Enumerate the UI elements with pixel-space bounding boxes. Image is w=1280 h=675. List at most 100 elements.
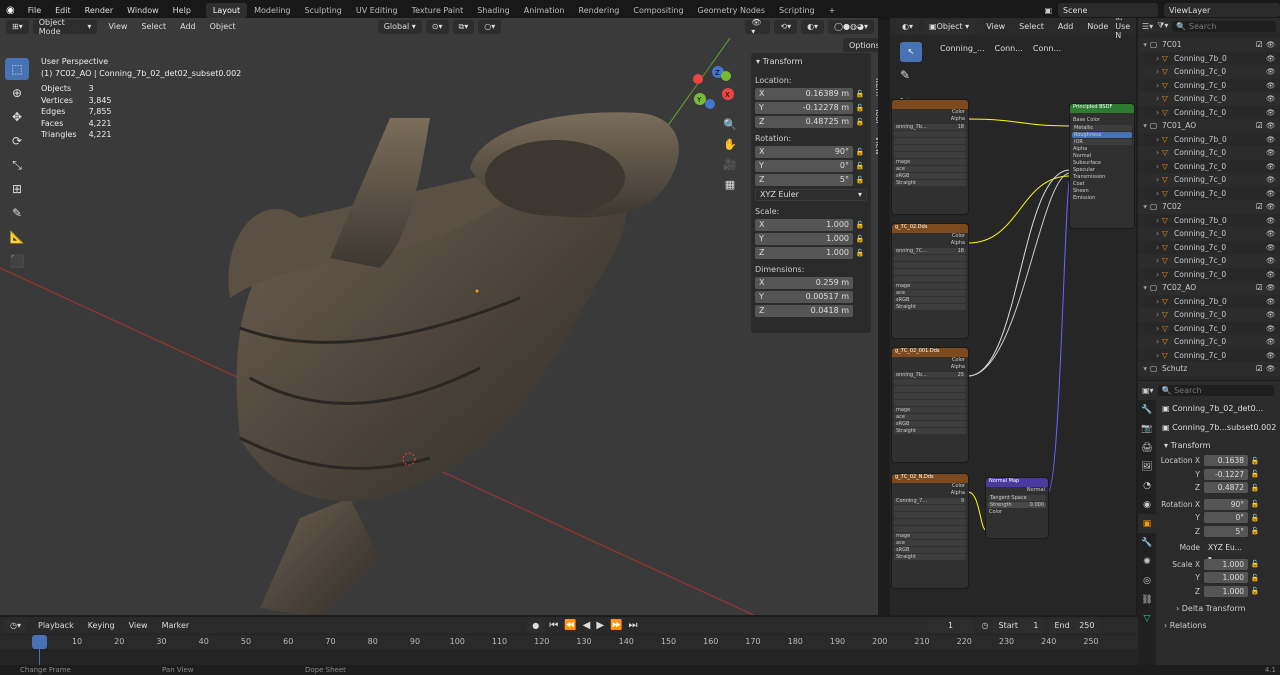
visibility-eye-icon[interactable]: 👁 <box>1266 54 1276 63</box>
exclude-checkbox[interactable]: ☑ <box>1256 283 1266 292</box>
visibility-eye-icon[interactable]: 👁 <box>1266 283 1276 292</box>
auto-key-icon[interactable]: ● <box>526 618 546 633</box>
scale-z-field[interactable]: Z 1.000 <box>755 246 853 259</box>
texture-setting-field[interactable]: mage <box>894 407 966 413</box>
exclude-checkbox[interactable]: ☑ <box>1256 364 1266 373</box>
lock-icon[interactable]: 🔓 <box>853 176 867 184</box>
object-row[interactable]: › ▽ Conning_7c_0 👁 <box>1138 241 1280 255</box>
lock-icon[interactable]: 🔓 <box>853 162 867 170</box>
menu-render[interactable]: Render <box>78 6 120 15</box>
texture-option-field[interactable] <box>894 145 966 151</box>
visibility-eye-icon[interactable]: 👁 <box>1266 229 1276 238</box>
visibility-eye-icon[interactable]: 👁 <box>1266 40 1276 49</box>
exclude-checkbox[interactable]: ☑ <box>1256 202 1266 211</box>
start-frame-field[interactable]: Start 1 <box>992 618 1045 633</box>
visibility-eye-icon[interactable]: 👁 <box>1266 297 1276 306</box>
lock-icon[interactable]: 🔓 <box>1248 500 1262 508</box>
scene-tab-icon[interactable]: ◔ <box>1138 476 1156 495</box>
expand-arrow-icon[interactable]: ▾ <box>1138 121 1150 130</box>
measure-tool-icon[interactable]: 📐 <box>5 226 29 248</box>
property-value[interactable]: 1.000 <box>1204 558 1248 570</box>
image-selector[interactable]: onning_7b... 18 <box>894 124 966 130</box>
strength-field[interactable]: Strength 0.000 <box>988 502 1046 508</box>
scene-selector[interactable]: Scene <box>1058 3 1158 17</box>
principled-bsdf-node[interactable]: Principled BSDF Base Color Metallic Roughn… <box>1070 104 1134 228</box>
texture-option-field[interactable] <box>894 526 966 532</box>
output-tab-icon[interactable]: 🖨 <box>1138 438 1156 457</box>
property-value[interactable]: 0.1638 <box>1204 455 1248 467</box>
lock-icon[interactable]: 🔓 <box>1248 484 1262 492</box>
scale-x-field[interactable]: X 1.000 <box>755 218 853 231</box>
outliner-type-icon[interactable]: ☰▾ <box>1142 22 1153 31</box>
tool-tab-icon[interactable]: 🔧 <box>1138 400 1156 419</box>
dimensions-y-field[interactable]: Y 0.00517 m <box>755 290 853 303</box>
delta-transform-panel[interactable]: › Delta Transform <box>1176 604 1280 613</box>
object-name-field[interactable]: ▣ Conning_7b_02_det0... <box>1162 399 1280 419</box>
texture-option-field[interactable] <box>894 379 966 385</box>
menu-window[interactable]: Window <box>120 6 166 15</box>
bsdf-input[interactable]: Metallic <box>1072 125 1132 131</box>
object-row[interactable]: › ▽ Conning_7c_0 👁 <box>1138 349 1280 363</box>
sidebar-tab-tool[interactable]: Tool <box>874 108 878 124</box>
visibility-eye-icon[interactable]: 👁 <box>1266 351 1276 360</box>
visibility-eye-icon[interactable]: 👁 <box>1266 243 1276 252</box>
tab-shading[interactable]: Shading <box>470 3 517 18</box>
conning-tower-model[interactable] <box>228 112 679 615</box>
viewport-menu-select[interactable]: Select <box>141 22 166 31</box>
menu-help[interactable]: Help <box>166 6 198 15</box>
tab-layout[interactable]: Layout <box>205 2 248 18</box>
filter-icon[interactable]: ⧩▾ <box>1157 21 1168 31</box>
viewport-menu-object[interactable]: Object <box>210 22 236 31</box>
lock-icon[interactable]: 🔓 <box>853 249 867 257</box>
tab-uv-editing[interactable]: UV Editing <box>349 3 405 18</box>
timeline-menu-playback[interactable]: Playback <box>38 621 74 630</box>
grid-perspective-icon[interactable]: ▦ <box>720 175 740 195</box>
visibility-eye-icon[interactable]: 👁 <box>1266 256 1276 265</box>
world-tab-icon[interactable]: ◉ <box>1138 495 1156 514</box>
bsdf-input[interactable]: Emission <box>1070 195 1134 202</box>
bsdf-input[interactable]: Normal <box>1070 153 1134 160</box>
proportional-edit-icon[interactable]: ○▾ <box>478 19 502 34</box>
frame-ruler[interactable]: 1102030405060708090100110120130140150160… <box>0 635 1138 649</box>
scene-icon[interactable]: ▣ <box>1044 6 1052 15</box>
orientation-selector[interactable]: Global ▾ <box>377 19 422 34</box>
texture-option-field[interactable] <box>894 505 966 511</box>
exclude-checkbox[interactable]: ☑ <box>1256 121 1266 130</box>
timeline-menu-keying[interactable]: Keying <box>88 621 115 630</box>
modifier-tab-icon[interactable]: 🔧 <box>1138 533 1156 552</box>
lock-icon[interactable]: 🔓 <box>853 104 867 112</box>
texture-option-field[interactable] <box>894 269 966 275</box>
select-box-tool-icon[interactable]: ⬚ <box>5 58 29 80</box>
bsdf-input[interactable]: IOR <box>1072 139 1132 145</box>
tab-rendering[interactable]: Rendering <box>572 3 627 18</box>
current-frame-field[interactable]: 1 <box>927 618 974 633</box>
object-row[interactable]: › ▽ Conning_7b_0 👁 <box>1138 214 1280 228</box>
object-row[interactable]: › ▽ Conning_7c_0 👁 <box>1138 173 1280 187</box>
rotation-z-field[interactable]: Z 5° <box>755 173 853 186</box>
prev-keyframe-icon[interactable]: ⏪ <box>564 620 576 631</box>
menu-file[interactable]: File <box>21 6 48 15</box>
bsdf-input[interactable]: Alpha <box>1070 146 1134 153</box>
texture-setting-field[interactable]: sRGB <box>894 173 966 179</box>
object-row[interactable]: › ▽ Conning_7c_0 👁 <box>1138 187 1280 201</box>
texture-setting-field[interactable]: mage <box>894 159 966 165</box>
texture-setting-field[interactable]: ace <box>894 166 966 172</box>
shading-modes[interactable]: ◯●◍◕▾ <box>828 19 874 34</box>
visibility-eye-icon[interactable]: 👁 <box>1266 121 1276 130</box>
lock-icon[interactable]: 🔓 <box>1248 560 1262 568</box>
texture-option-field[interactable] <box>894 512 966 518</box>
visibility-eye-icon[interactable]: 👁 <box>1266 175 1276 184</box>
tab-sculpting[interactable]: Sculpting <box>298 3 349 18</box>
lock-icon[interactable]: 🔓 <box>853 148 867 156</box>
move-tool-icon[interactable]: ✥ <box>5 106 29 128</box>
lock-icon[interactable]: 🔓 <box>1248 457 1262 465</box>
property-value[interactable]: -0.1227 <box>1204 468 1248 480</box>
image-selector[interactable]: onning_7C... 18 <box>894 248 966 254</box>
rotation-mode-dropdown[interactable]: XYZ Eu... ▾ <box>1204 542 1248 563</box>
texture-option-field[interactable] <box>894 131 966 137</box>
visibility-eye-icon[interactable]: 👁 <box>1266 135 1276 144</box>
object-row[interactable]: › ▽ Conning_7c_0 👁 <box>1138 106 1280 120</box>
texture-option-field[interactable] <box>894 400 966 406</box>
cursor-tool-icon[interactable]: ⊕ <box>5 82 29 104</box>
end-frame-field[interactable]: End 250 <box>1048 618 1101 633</box>
